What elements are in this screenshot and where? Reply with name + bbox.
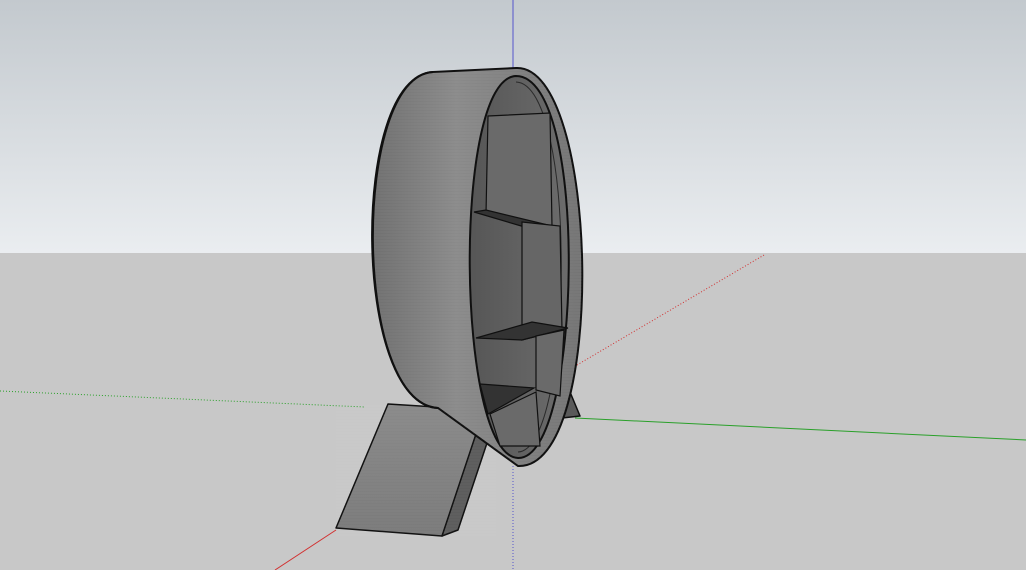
scene-canvas[interactable] (0, 0, 1026, 570)
upper-divider (485, 112, 553, 227)
3d-viewport[interactable] (0, 0, 1026, 570)
middle-divider (521, 221, 563, 341)
lower-divider (535, 329, 565, 397)
